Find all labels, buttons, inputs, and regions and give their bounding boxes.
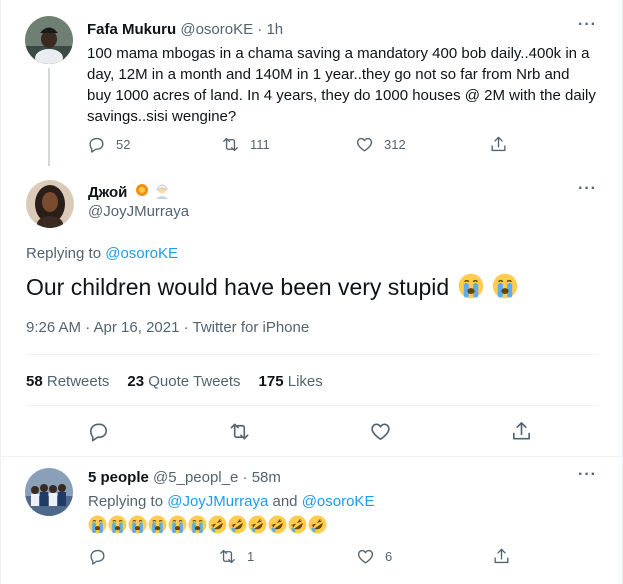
- retweet-count: 1: [247, 549, 255, 564]
- thread-connector-line: [48, 68, 50, 166]
- share-icon: [513, 422, 530, 440]
- quotes-count: 23: [127, 373, 145, 390]
- replying-prefix: Replying to: [26, 245, 102, 262]
- author-name[interactable]: Fafa Mukuru: [87, 21, 176, 38]
- avatar[interactable]: [25, 468, 73, 516]
- share-button[interactable]: [492, 547, 511, 566]
- rofl-emoji-icon: [288, 515, 307, 534]
- retweet-count: 111: [250, 137, 270, 152]
- rofl-emoji-icon: [248, 515, 267, 534]
- retweet-button[interactable]: 1: [218, 547, 356, 566]
- tweet-text-content: Our children would have been very stupid: [26, 274, 450, 300]
- author-name-text: Джой: [88, 184, 128, 201]
- likes-stat[interactable]: 175 Likes: [259, 373, 323, 390]
- likes-count: 175: [258, 373, 284, 390]
- tweet-timestamp[interactable]: 9:26 AM · Apr 16, 2021 · Twitter for iPh…: [26, 319, 309, 336]
- more-options-icon[interactable]: ···: [578, 16, 597, 34]
- crying-face-emoji-icon: [492, 273, 518, 299]
- crying-face-emoji-icon: [188, 515, 207, 534]
- replying-and: and: [272, 493, 298, 510]
- flower-emoji-icon: [135, 184, 148, 196]
- tweet-text: Our children would have been very stupid: [26, 270, 518, 304]
- reply-button[interactable]: [88, 547, 218, 566]
- rofl-emoji-icon: [208, 515, 227, 534]
- quote-tweets-stat[interactable]: 23 Quote Tweets: [127, 373, 240, 390]
- divider: [26, 405, 599, 406]
- divider: [26, 354, 599, 355]
- tweet-time[interactable]: 58m: [252, 469, 281, 486]
- tweet-actions: 52 111 312: [87, 135, 508, 154]
- dot-separator: ·: [257, 21, 263, 38]
- tweet-actions: 1 6: [88, 547, 511, 566]
- replying-to: Replying to @osoroKE: [26, 245, 178, 262]
- heart-icon: [356, 137, 373, 152]
- like-button[interactable]: 6: [356, 547, 492, 566]
- replying-prefix: Replying to: [88, 493, 164, 510]
- tweet-time[interactable]: 1h: [266, 21, 283, 38]
- rofl-emoji-icon: [268, 515, 287, 534]
- crying-face-emoji-icon: [128, 515, 147, 534]
- avatar[interactable]: [25, 16, 73, 64]
- like-count: 312: [384, 137, 406, 152]
- tweet-thread: Fafa Mukuru @osoroKE · 1h ··· 100 mama m…: [0, 0, 623, 584]
- author-handle[interactable]: @JoyJMurraya: [88, 203, 189, 220]
- reply-icon: [90, 549, 105, 565]
- likes-label: Likes: [287, 373, 323, 390]
- crying-face-emoji-icon: [88, 515, 107, 534]
- retweet-icon: [220, 549, 235, 564]
- rofl-emoji-icon: [228, 515, 247, 534]
- replying-to-link[interactable]: @osoroKE: [105, 245, 178, 262]
- more-options-icon[interactable]: ···: [578, 466, 597, 484]
- reply-tweet-header: 5 people @5_peopl_e · 58m: [88, 469, 281, 486]
- like-button[interactable]: 312: [355, 135, 489, 154]
- parent-tweet-header: Fafa Mukuru @osoroKE · 1h: [87, 20, 283, 40]
- retweets-label: Retweets: [46, 373, 110, 390]
- retweet-button[interactable]: [228, 420, 251, 448]
- reply-count: 52: [116, 137, 131, 152]
- like-button[interactable]: [369, 420, 392, 448]
- share-icon: [491, 136, 506, 152]
- divider: [1, 456, 623, 457]
- reply-button[interactable]: [87, 420, 110, 448]
- replying-to: Replying to @JoyJMurraya and @osoroKE: [88, 493, 374, 510]
- quotes-label: Quote Tweets: [148, 373, 241, 390]
- parent-tweet[interactable]: Fafa Mukuru @osoroKE · 1h ··· 100 mama m…: [1, 0, 623, 172]
- crying-face-emoji-icon: [148, 515, 167, 534]
- retweet-icon: [230, 423, 249, 440]
- author-handle[interactable]: @osoroKE: [180, 21, 253, 38]
- reply-button[interactable]: 52: [87, 135, 221, 154]
- crying-face-emoji-icon: [108, 515, 127, 534]
- tweet-stats: 58 Retweets 23 Quote Tweets 175 Likes: [26, 373, 323, 390]
- heart-icon: [371, 423, 390, 440]
- reply-icon: [90, 423, 107, 442]
- avatar[interactable]: [26, 180, 74, 228]
- rofl-emoji-icon: [308, 515, 327, 534]
- emoji-sequence: [88, 515, 327, 534]
- more-options-icon[interactable]: ···: [578, 180, 597, 198]
- reply-icon: [89, 137, 104, 153]
- person-emoji-icon: [155, 184, 168, 199]
- tweet-text: 100 mama mbogas in a chama saving a mand…: [87, 45, 596, 125]
- author-handle[interactable]: @5_peopl_e: [153, 469, 238, 486]
- crying-face-emoji-icon: [168, 515, 187, 534]
- share-icon: [494, 548, 509, 564]
- replying-to-link[interactable]: @osoroKE: [302, 493, 375, 510]
- retweets-stat[interactable]: 58 Retweets: [26, 373, 109, 390]
- heart-icon: [357, 549, 374, 564]
- share-button[interactable]: [489, 135, 508, 154]
- dot-separator: ·: [242, 469, 248, 486]
- crying-face-emoji-icon: [458, 273, 483, 299]
- share-button[interactable]: [510, 420, 533, 448]
- author-name[interactable]: Джой: [88, 183, 170, 201]
- like-count: 6: [385, 549, 393, 564]
- retweets-count: 58: [26, 373, 43, 390]
- author-name[interactable]: 5 people: [88, 469, 149, 486]
- tweet-actions: [1, 420, 623, 444]
- retweet-button[interactable]: 111: [221, 135, 355, 154]
- replying-to-link[interactable]: @JoyJMurraya: [167, 493, 268, 510]
- retweet-icon: [223, 137, 238, 152]
